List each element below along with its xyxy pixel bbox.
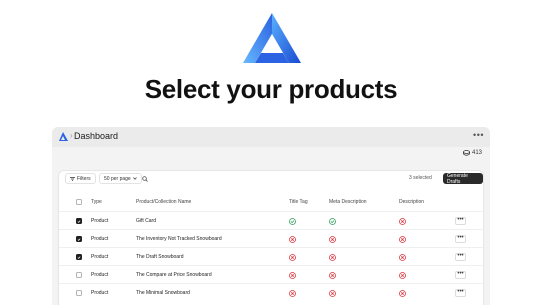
row-checkbox[interactable] (76, 236, 82, 242)
app-more-menu-button[interactable]: ••• (473, 130, 484, 140)
table-row[interactable]: Product The Draft Snowboard ••• (59, 247, 485, 265)
row-actions-button[interactable]: ••• (455, 271, 466, 279)
breadcrumb-separator: › (70, 131, 73, 140)
header-name: Product/Collection Name (136, 199, 192, 205)
table-row[interactable]: Product The Minimal Snowboard ••• (59, 283, 485, 301)
row-product-name: The Compare at Price Snowboard (136, 272, 212, 278)
title-tag-status-error-icon (289, 271, 296, 279)
table-header-row: Type Product/Collection Name Title Tag M… (59, 193, 485, 211)
row-checkbox[interactable] (76, 272, 82, 278)
table-row[interactable]: Product Gift Card ••• (59, 211, 485, 229)
filters-label: Filters (77, 175, 91, 182)
per-page-label: 50 per page (104, 175, 131, 182)
description-status-error-icon (399, 253, 406, 261)
generate-drafts-button[interactable]: Generate Drafts (443, 173, 483, 185)
header-type: Type (91, 199, 102, 205)
row-type: Product (91, 218, 109, 224)
select-all-checkbox[interactable] (76, 199, 82, 205)
row-checkbox[interactable] (76, 290, 82, 296)
row-actions-button[interactable]: ••• (455, 235, 466, 243)
title-tag-status-error-icon (289, 289, 296, 297)
title-tag-status-error-icon (289, 235, 296, 243)
row-type: Product (91, 236, 109, 242)
credits-count: 413 (471, 150, 482, 156)
row-product-name: Gift Card (136, 218, 157, 224)
row-type: Product (91, 254, 109, 260)
row-actions-button[interactable]: ••• (455, 289, 466, 297)
chevron-down-icon (132, 177, 137, 180)
products-card: Filters 50 per page 3 selected Generate … (58, 170, 485, 305)
title-tag-status-error-icon (289, 253, 296, 261)
search-icon (141, 175, 148, 182)
description-status-error-icon (399, 289, 406, 297)
description-status-error-icon (399, 235, 406, 243)
row-checkbox[interactable] (76, 254, 82, 260)
row-type: Product (91, 272, 109, 278)
row-product-name: The Minimal Snowboard (136, 290, 190, 296)
search-button[interactable] (139, 173, 150, 184)
table-row[interactable]: Product The Compare at Price Snowboard ••• (59, 265, 485, 283)
selected-count: 3 selected (409, 175, 432, 181)
credits-icon (463, 150, 470, 156)
description-status-error-icon (399, 271, 406, 279)
credits-badge: 413 (463, 150, 482, 156)
row-product-name: The Inventory Not Tracked Snowboard (136, 236, 222, 242)
row-actions-button[interactable]: ••• (455, 253, 466, 261)
meta-description-status-error-icon (329, 271, 336, 279)
filter-icon (70, 176, 75, 181)
row-product-name: The Draft Snowboard (136, 254, 184, 260)
header-title-tag: Title Tag (289, 199, 308, 205)
per-page-select[interactable]: 50 per page (99, 173, 142, 184)
app-top-bar: › Dashboard ••• (52, 127, 490, 147)
meta-description-status-ok-icon (329, 217, 336, 225)
row-checkbox[interactable] (76, 218, 82, 224)
app-logo-icon (59, 132, 68, 141)
page-headline: Select your products (144, 74, 398, 104)
header-meta-description: Meta Description (329, 199, 367, 205)
row-type: Product (91, 290, 109, 296)
table-body: Product Gift Card ••• Product The Inventory … (59, 211, 485, 301)
header-description: Description (399, 199, 425, 205)
description-status-error-icon (399, 217, 406, 225)
meta-description-status-error-icon (329, 289, 336, 297)
row-actions-button[interactable]: ••• (455, 217, 466, 225)
brand-logo-icon (243, 13, 301, 63)
breadcrumb-dashboard[interactable]: Dashboard (74, 131, 118, 141)
hero-section: Select your products (0, 0, 542, 128)
filters-button[interactable]: Filters (65, 173, 96, 184)
app-window: › Dashboard ••• 413 Filters 50 per page (52, 127, 490, 305)
meta-description-status-error-icon (329, 253, 336, 261)
products-table: Type Product/Collection Name Title Tag M… (59, 193, 485, 301)
meta-description-status-error-icon (329, 235, 336, 243)
title-tag-status-ok-icon (289, 217, 296, 225)
table-row[interactable]: Product The Inventory Not Tracked Snowboa… (59, 229, 485, 247)
